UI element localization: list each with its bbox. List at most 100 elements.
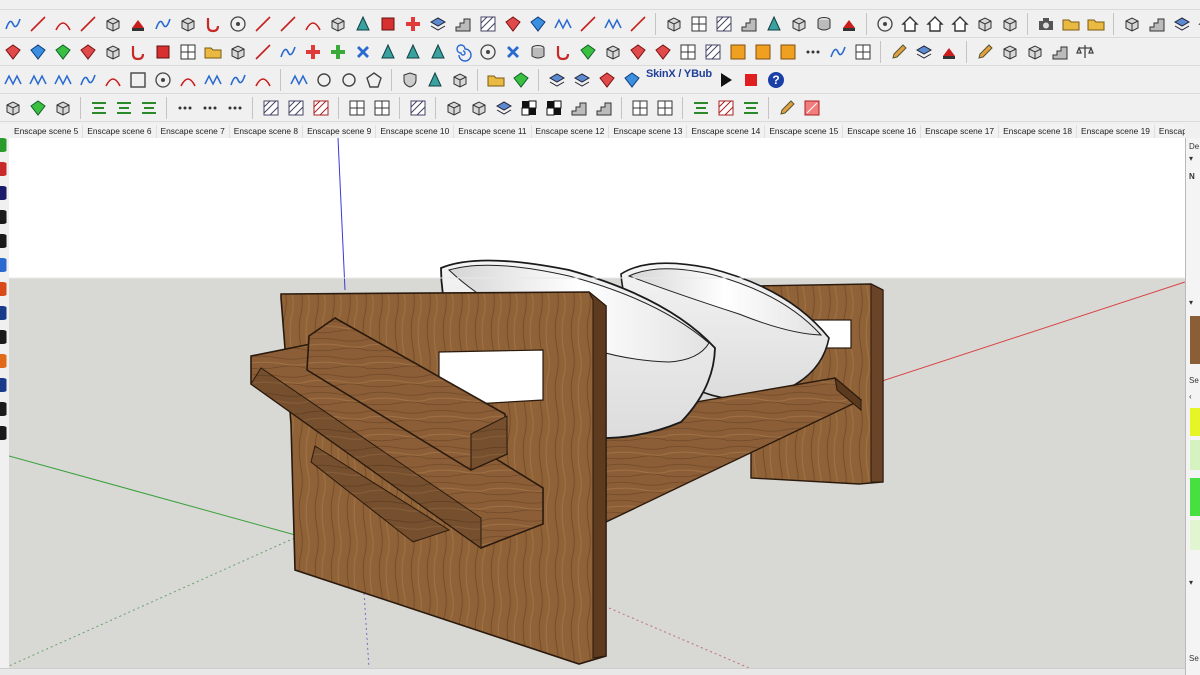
curve-icon[interactable]	[227, 69, 249, 91]
orange-square-icon[interactable]	[777, 41, 799, 63]
cone-icon[interactable]	[427, 41, 449, 63]
green-gem-icon[interactable]	[577, 41, 599, 63]
folder-icon[interactable]	[485, 69, 507, 91]
box-icon[interactable]	[1024, 41, 1046, 63]
hatch-icon[interactable]	[713, 13, 735, 35]
scene-tab[interactable]: Enscape scene 9	[303, 124, 377, 138]
grid-icon[interactable]	[688, 13, 710, 35]
house-icon[interactable]	[899, 13, 921, 35]
red-square-icon[interactable]	[152, 41, 174, 63]
gem-icon[interactable]	[627, 41, 649, 63]
hook-icon[interactable]	[127, 41, 149, 63]
scene-tab[interactable]: Enscape scene 8	[230, 124, 304, 138]
play-icon[interactable]	[715, 69, 737, 91]
circle-icon[interactable]	[338, 69, 360, 91]
hatch-icon[interactable]	[285, 97, 307, 119]
scene-tab[interactable]: Enscape scene 6	[83, 124, 157, 138]
curve-icon[interactable]	[827, 41, 849, 63]
pencil-icon[interactable]	[974, 41, 996, 63]
left-tool-icon[interactable]	[0, 258, 9, 272]
scene-tab[interactable]: Enscape scene 5	[10, 124, 84, 138]
grid-icon[interactable]	[677, 41, 699, 63]
box-icon[interactable]	[443, 97, 465, 119]
scene-tab[interactable]: Enscape scene 19	[1077, 124, 1155, 138]
tray-back-arrow[interactable]: ‹	[1189, 392, 1192, 401]
curve-icon[interactable]	[77, 69, 99, 91]
orange-square-icon[interactable]	[727, 41, 749, 63]
house-icon[interactable]	[924, 13, 946, 35]
gem-icon[interactable]	[77, 41, 99, 63]
circle-icon[interactable]	[313, 69, 335, 91]
arc-icon[interactable]	[177, 69, 199, 91]
material-swatch-yellow[interactable]	[1190, 408, 1200, 436]
cross-icon[interactable]	[502, 41, 524, 63]
grid-icon[interactable]	[629, 97, 651, 119]
stairs-icon[interactable]	[593, 97, 615, 119]
left-tool-icon[interactable]	[0, 234, 9, 248]
red-hatch-icon[interactable]	[310, 97, 332, 119]
stairs-icon[interactable]	[452, 13, 474, 35]
arc-icon[interactable]	[252, 69, 274, 91]
box-icon[interactable]	[102, 13, 124, 35]
scene-tab[interactable]: Enscape scene 11	[454, 124, 532, 138]
arc-icon[interactable]	[302, 13, 324, 35]
line-icon[interactable]	[77, 13, 99, 35]
align-icon[interactable]	[740, 97, 762, 119]
stairs-icon[interactable]	[738, 13, 760, 35]
scene-tab[interactable]: Enscape scene 12	[532, 124, 610, 138]
box-icon[interactable]	[663, 13, 685, 35]
green-gem-icon[interactable]	[52, 41, 74, 63]
stairs-icon[interactable]	[1146, 13, 1168, 35]
layers-icon[interactable]	[913, 41, 935, 63]
box-icon[interactable]	[999, 13, 1021, 35]
checker-icon[interactable]	[518, 97, 540, 119]
orbit-icon[interactable]	[227, 13, 249, 35]
pushpull-icon[interactable]	[938, 41, 960, 63]
pencil-icon[interactable]	[888, 41, 910, 63]
box-icon[interactable]	[227, 41, 249, 63]
zigzag-icon[interactable]	[552, 13, 574, 35]
material-swatch-wood[interactable]	[1190, 316, 1200, 364]
right-default-tray[interactable]: De ▾ N ▾ Se ‹ ▾ Se	[1185, 138, 1200, 675]
left-tool-icon[interactable]	[0, 378, 9, 392]
material-swatch-pale-green[interactable]	[1190, 440, 1200, 470]
arc-icon[interactable]	[52, 13, 74, 35]
box-icon[interactable]	[327, 13, 349, 35]
box-icon[interactable]	[602, 41, 624, 63]
curve-icon[interactable]	[277, 41, 299, 63]
align-icon[interactable]	[113, 97, 135, 119]
green-gem-icon[interactable]	[27, 97, 49, 119]
scene-tab[interactable]: Enscape scene 20	[1155, 125, 1185, 138]
dots-icon[interactable]	[174, 97, 196, 119]
scale-icon[interactable]	[1074, 41, 1096, 63]
folder-icon[interactable]	[202, 41, 224, 63]
grid-icon[interactable]	[654, 97, 676, 119]
3d-viewport[interactable]	[9, 138, 1185, 668]
zigzag-icon[interactable]	[202, 69, 224, 91]
left-tool-icon[interactable]	[0, 138, 9, 152]
green-plus-icon[interactable]	[327, 41, 349, 63]
scene-tab[interactable]: Enscape scene 7	[157, 124, 230, 138]
line-icon[interactable]	[27, 13, 49, 35]
layers-icon[interactable]	[571, 69, 593, 91]
grid-icon[interactable]	[852, 41, 874, 63]
zigzag-icon[interactable]	[288, 69, 310, 91]
skinx-ybub-label[interactable]: SkinX / YBub	[644, 68, 714, 80]
green-gem-icon[interactable]	[510, 69, 532, 91]
cone-icon[interactable]	[424, 69, 446, 91]
arc-icon[interactable]	[102, 69, 124, 91]
square-icon[interactable]	[127, 69, 149, 91]
stairs-icon[interactable]	[568, 97, 590, 119]
box-icon[interactable]	[999, 41, 1021, 63]
left-tool-icon[interactable]	[0, 426, 9, 440]
blue-gem-icon[interactable]	[527, 13, 549, 35]
red-hatch-icon[interactable]	[715, 97, 737, 119]
box-icon[interactable]	[1121, 13, 1143, 35]
red-square-icon[interactable]	[377, 13, 399, 35]
orbit-icon[interactable]	[874, 13, 896, 35]
material-swatch-green[interactable]	[1190, 478, 1200, 516]
folder-icon[interactable]	[1060, 13, 1082, 35]
left-tool-icon[interactable]	[0, 162, 9, 176]
scene-tab[interactable]: Enscape scene 18	[999, 124, 1077, 138]
box-icon[interactable]	[102, 41, 124, 63]
